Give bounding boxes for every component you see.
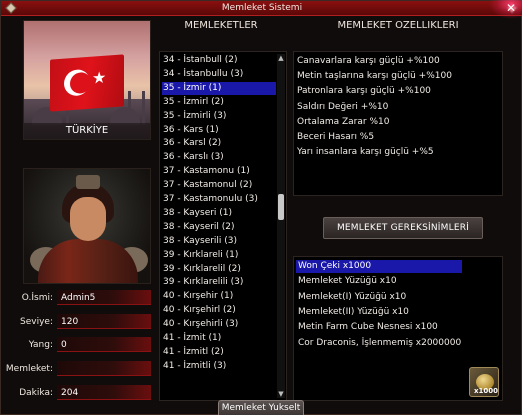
cities-header: MEMLEKETLER — [184, 20, 258, 31]
turkish-flag-icon: ★ — [50, 54, 124, 112]
requirement-icon-qty: x1000 — [474, 387, 498, 395]
city-list-item[interactable]: 35 - İzmirl (2) — [162, 96, 276, 109]
close-icon[interactable]: ✕ — [504, 1, 518, 15]
info-row-minutes: Dakika: 204 — [3, 385, 153, 401]
info-row-country: Memleket: — [3, 361, 153, 377]
city-list-item[interactable]: 36 - Karsl (2) — [162, 137, 276, 150]
title-bar[interactable]: Memleket Sistemi — [1, 1, 522, 16]
won-cheque-icon[interactable]: x1000 — [469, 367, 499, 397]
name-label: O.İsmi: — [21, 293, 53, 303]
feature-item: Patronlara karşı güçlü +%100 — [297, 86, 431, 97]
scroll-up-icon[interactable]: ▲ — [277, 54, 285, 62]
city-list-item[interactable]: 38 - Kayseril (2) — [162, 221, 276, 234]
feature-item: Saldırı Değeri +%10 — [297, 101, 389, 112]
city-list-item[interactable]: 38 - Kayseri (1) — [162, 207, 276, 220]
level-label: Seviye: — [20, 317, 53, 327]
city-list-item[interactable]: 37 - Kastamonulu (3) — [162, 193, 276, 206]
city-list-item[interactable]: 39 - Kırklarelil (2) — [162, 263, 276, 276]
features-header: MEMLEKET OZELLIKLERI — [337, 20, 459, 31]
city-list-item[interactable]: 37 - Kastamonul (2) — [162, 179, 276, 192]
requirement-item[interactable]: Memleket(I) Yüzüğü x10 — [296, 291, 462, 304]
city-list-item[interactable]: 39 - Kırklareli (1) — [162, 249, 276, 262]
requirement-item[interactable]: Memleket Yüzüğü x10 — [296, 275, 462, 288]
yang-value: 0 — [61, 340, 67, 350]
requirement-item[interactable]: Metin Farm Cube Nesnesi x100 — [296, 321, 462, 334]
scroll-thumb[interactable] — [278, 194, 284, 220]
info-row-level: Seviye: 120 — [3, 314, 153, 330]
city-list-item[interactable]: 38 - Kayserili (3) — [162, 235, 276, 248]
requirements-header-button[interactable]: MEMLEKET GEREKSİNİMLERİ — [323, 217, 483, 239]
info-row-name: O.İsmi: Admin5 — [3, 290, 153, 306]
city-list-item[interactable]: 40 - Kırşehirl (2) — [162, 304, 276, 317]
city-list[interactable]: 34 - İstanbull (2) 34 - İstanbullu (3) 35 … — [159, 51, 287, 401]
city-list-item[interactable]: 35 - İzmir (1) — [162, 81, 276, 95]
country-flag-panel: ★ TÜRKİYE — [23, 20, 151, 140]
country-system-window: Memleket Sistemi ✕ ★ TÜRKİYE O.İsmi: Adm… — [0, 0, 522, 415]
info-row-yang: Yang: 0 — [3, 337, 153, 353]
feature-item: Canavarlara karşı güçlü +%100 — [297, 56, 440, 66]
feature-item: Metin taşlarına karşı güçlü +%100 — [297, 71, 452, 82]
country-name: TÜRKİYE — [24, 123, 150, 139]
city-list-item[interactable]: 36 - Kars (1) — [162, 124, 276, 137]
city-list-scrollbar[interactable]: ▲ ▼ — [277, 54, 285, 398]
yang-label: Yang: — [28, 340, 53, 350]
window-title: Memleket Sistemi — [221, 3, 303, 13]
upgrade-country-button[interactable]: Memleket Yukselt — [218, 400, 304, 415]
name-value: Admin5 — [61, 293, 96, 303]
city-list-item[interactable]: 35 - İzmirli (3) — [162, 110, 276, 123]
feature-item: Beceri Hasarı %5 — [297, 132, 375, 142]
country-label: Memleket: — [5, 364, 53, 374]
features-list: Canavarlara karşı güçlü +%100 Metin taşla… — [293, 51, 503, 196]
yang-field — [57, 337, 151, 352]
city-list-item[interactable]: 34 - İstanbull (2) — [162, 54, 276, 67]
city-list-item[interactable]: 40 - Kırşehir (1) — [162, 290, 276, 303]
feature-item: Ortalama Zarar %10 — [297, 116, 390, 127]
city-list-item[interactable]: 39 - Kırklarelili (3) — [162, 276, 276, 289]
city-list-item[interactable]: 40 - Kırşehirli (3) — [162, 318, 276, 331]
feature-item: Yarı insanlara karşı güçlü +%5 — [297, 147, 434, 158]
minutes-label: Dakika: — [19, 388, 53, 398]
character-portrait — [23, 168, 151, 284]
city-list-item[interactable]: 41 - İzmitl (2) — [162, 346, 276, 359]
minutes-value: 204 — [61, 388, 79, 398]
city-list-item[interactable]: 37 - Kastamonu (1) — [162, 165, 276, 178]
requirement-item[interactable]: Cor Draconis, İşlenmemiş x2000000 — [296, 337, 462, 350]
city-list-item[interactable]: 36 - Karslı (3) — [162, 151, 276, 164]
level-value: 120 — [61, 317, 79, 327]
requirement-item[interactable]: Memleket(II) Yüzüğü x10 — [296, 306, 462, 319]
city-list-item[interactable]: 34 - İstanbullu (3) — [162, 68, 276, 81]
requirement-item[interactable]: Won Çeki x1000 — [296, 260, 462, 273]
country-field — [57, 361, 151, 376]
city-list-item[interactable]: 41 - İzmit (1) — [162, 332, 276, 345]
scroll-down-icon[interactable]: ▼ — [277, 390, 285, 398]
requirements-list[interactable]: Won Çeki x1000 Memleket Yüzüğü x10 Memleke… — [293, 256, 503, 401]
city-list-item[interactable]: 41 - İzmitli (3) — [162, 360, 276, 373]
